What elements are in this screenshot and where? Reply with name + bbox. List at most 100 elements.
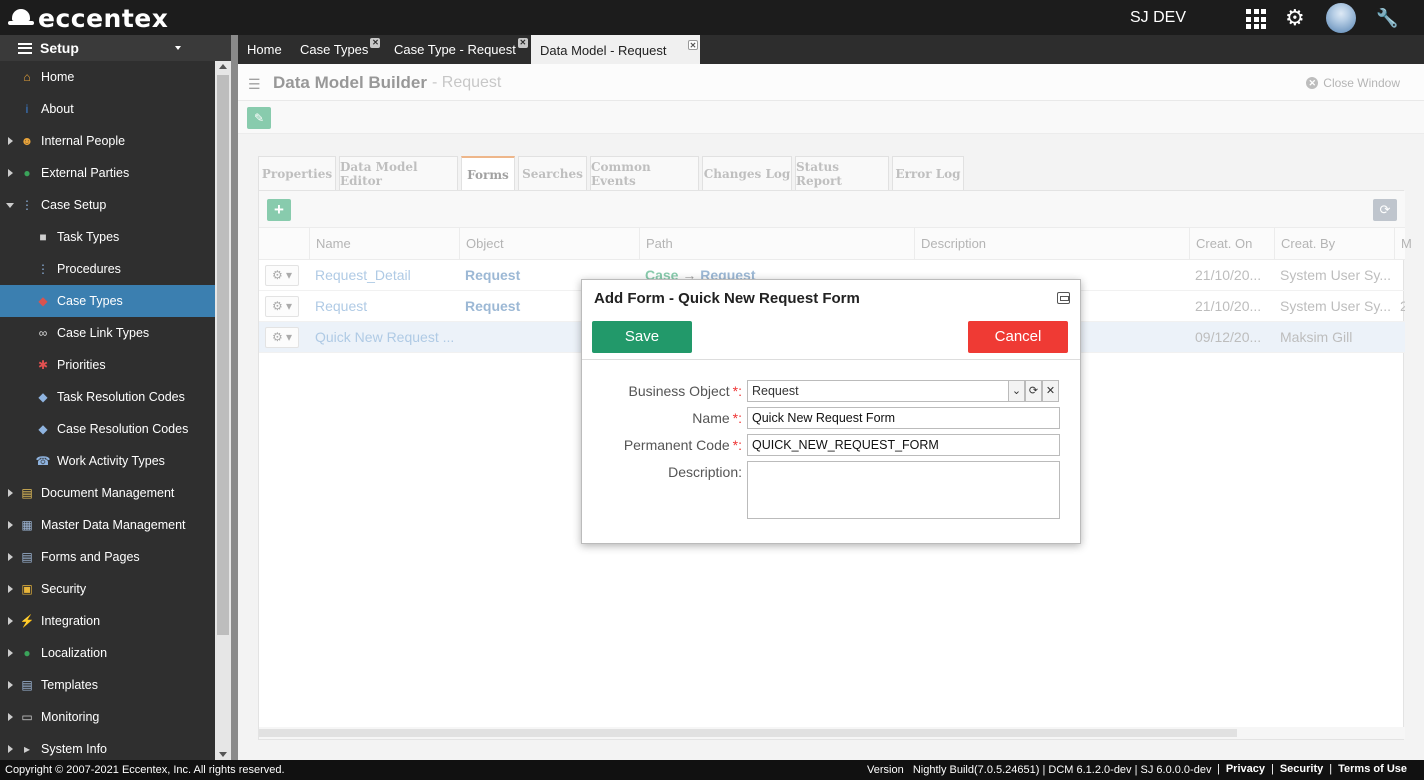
sidebar-item-localization[interactable]: ● Localization [0,637,215,669]
sidebar-title: Setup [40,40,79,56]
clear-icon[interactable]: ✕ [1042,380,1059,402]
sidebar-item-security[interactable]: ▣ Security [0,573,215,605]
settings-gear-icon[interactable]: ⚙ [1285,7,1307,29]
name-input[interactable]: Quick New Request Form [747,407,1060,429]
sidebar-scrollbar[interactable] [215,61,231,760]
lock-icon: ▣ [21,582,33,596]
tab-data-model-request[interactable]: Data Model - Request ✕ [531,35,700,64]
sidebar-item-procedures[interactable]: ⋮ Procedures [0,253,215,285]
chevron-right-icon[interactable] [8,617,13,625]
sidebar-item-templates[interactable]: ▤ Templates [0,669,215,701]
sidebar-item-home[interactable]: ⌂ Home [0,61,215,93]
info-icon: i [25,102,29,116]
permanent-code-input[interactable]: QUICK_NEW_REQUEST_FORM [747,434,1060,456]
chevron-right-icon[interactable] [8,553,13,561]
close-icon[interactable]: ✕ [688,40,698,50]
splitter[interactable] [231,35,238,760]
case-types-icon: ◆ [38,294,48,308]
version-info: Version Nightly Build(7.0.5.24651) | DCM… [867,764,1212,776]
procedures-icon: ⋮ [37,262,49,276]
description-textarea[interactable] [747,461,1060,519]
refresh-icon[interactable]: ⟳ [1025,380,1042,402]
chevron-down-icon[interactable] [175,46,181,50]
chevron-right-icon[interactable] [8,521,13,529]
chevron-right-icon[interactable] [8,713,13,721]
close-icon[interactable]: ✕ [517,38,528,48]
sidebar-item-integration[interactable]: ⚡ Integration [0,605,215,637]
footer: Copyright © 2007-2021 Eccentex, Inc. All… [0,760,1424,780]
sidebar-item-priorities[interactable]: ✱ Priorities [0,349,215,381]
privacy-link[interactable]: Privacy [1226,763,1265,775]
sidebar-item-external-parties[interactable]: ● External Parties [0,157,215,189]
sidebar-item-work-activity-types[interactable]: ☎ Work Activity Types [0,445,215,477]
sidebar-item-case-link-types[interactable]: ∞ Case Link Types [0,317,215,349]
sidebar-item-master-data-management[interactable]: ▦ Master Data Management [0,509,215,541]
sidebar-item-label: Monitoring [41,710,100,724]
sidebar-item-case-resolution-codes[interactable]: ◆ Case Resolution Codes [0,413,215,445]
footer-links: | Privacy | Security | Terms of Use [1217,763,1407,775]
scroll-down-icon[interactable] [219,752,227,757]
logo[interactable]: eccentex [8,4,168,33]
sidebar-header[interactable]: Setup [0,35,231,61]
sidebar-item-task-resolution-codes[interactable]: ◆ Task Resolution Codes [0,381,215,413]
sidebar-item-label: External Parties [41,166,130,180]
chevron-down-icon[interactable]: ⌄ [1008,380,1025,402]
sidebar-item-label: Internal People [41,134,126,148]
sidebar-item-document-management[interactable]: ▤ Document Management [0,477,215,509]
chevron-right-icon[interactable] [8,745,13,753]
home-icon: ⌂ [23,70,31,84]
chevron-right-icon[interactable] [8,169,13,177]
tab-case-type-request[interactable]: Case Type - Request ✕ [385,35,528,64]
sidebar-item-label: About [41,102,74,116]
dialog-toolbar: Save Cancel [582,316,1080,360]
chevron-right-icon[interactable] [8,585,13,593]
sidebar-item-monitoring[interactable]: ▭ Monitoring [0,701,215,733]
user-name[interactable]: SJ DEV [1130,9,1186,27]
sidebar-item-label: System Info [41,742,107,756]
save-button[interactable]: Save [592,321,692,353]
form-icon: ▤ [21,550,33,564]
sidebar-item-task-types[interactable]: ■ Task Types [0,221,215,253]
chevron-right-icon[interactable] [8,649,13,657]
people-icon: ☻ [20,134,34,148]
chevron-right-icon[interactable] [8,489,13,497]
sidebar-item-label: Templates [41,678,98,692]
cancel-button[interactable]: Cancel [968,321,1068,353]
scroll-thumb[interactable] [217,75,229,635]
scroll-up-icon[interactable] [219,64,227,69]
terminal-icon: ▸ [23,742,31,756]
close-icon[interactable]: ✕ [370,38,381,48]
tab-bar: Home Case Types ✕ Case Type - Request ✕ Da… [238,35,1424,64]
chevron-down-icon[interactable] [6,202,14,208]
tag-icon: ◆ [38,422,48,436]
apps-grid-icon[interactable] [1246,9,1266,29]
avatar[interactable] [1326,3,1356,33]
sidebar-item-case-setup[interactable]: ⋮ Case Setup [0,189,215,221]
sidebar-item-case-types[interactable]: ◆ Case Types [0,285,215,317]
dialog-title: Add Form - Quick New Request Form [594,290,860,307]
task-types-icon: ■ [39,230,47,244]
folder-icon: ▤ [21,486,33,500]
security-link[interactable]: Security [1280,763,1323,775]
tab-label: Case Type - Request [394,42,516,57]
terms-link[interactable]: Terms of Use [1338,763,1407,775]
top-bar: eccentex SJ DEV ⚙ 🔧 [0,0,1424,35]
wrench-icon[interactable]: 🔧 [1376,8,1398,29]
sidebar-item-internal-people[interactable]: ☻ Internal People [0,125,215,157]
logo-hat-icon [8,7,34,29]
business-object-select[interactable]: Request [747,380,1009,402]
name-row: Name *: Quick New Request Form [582,407,1080,429]
maximize-icon[interactable] [1057,292,1070,304]
tab-case-types[interactable]: Case Types ✕ [291,35,381,64]
label-text: Permanent Code [623,437,730,453]
chevron-right-icon[interactable] [8,137,13,145]
tab-label: Data Model - Request [540,43,667,58]
required-marker: *: [732,383,742,399]
globe-icon: ● [23,166,31,180]
sidebar-list: ⌂ Home i About ☻ Internal People ● External Par… [0,61,215,765]
sidebar-item-forms-and-pages[interactable]: ▤ Forms and Pages [0,541,215,573]
tab-home[interactable]: Home [238,35,291,64]
sidebar-item-about[interactable]: i About [0,93,215,125]
chevron-right-icon[interactable] [8,681,13,689]
permanent-code-label: Permanent Code *: [624,437,742,453]
